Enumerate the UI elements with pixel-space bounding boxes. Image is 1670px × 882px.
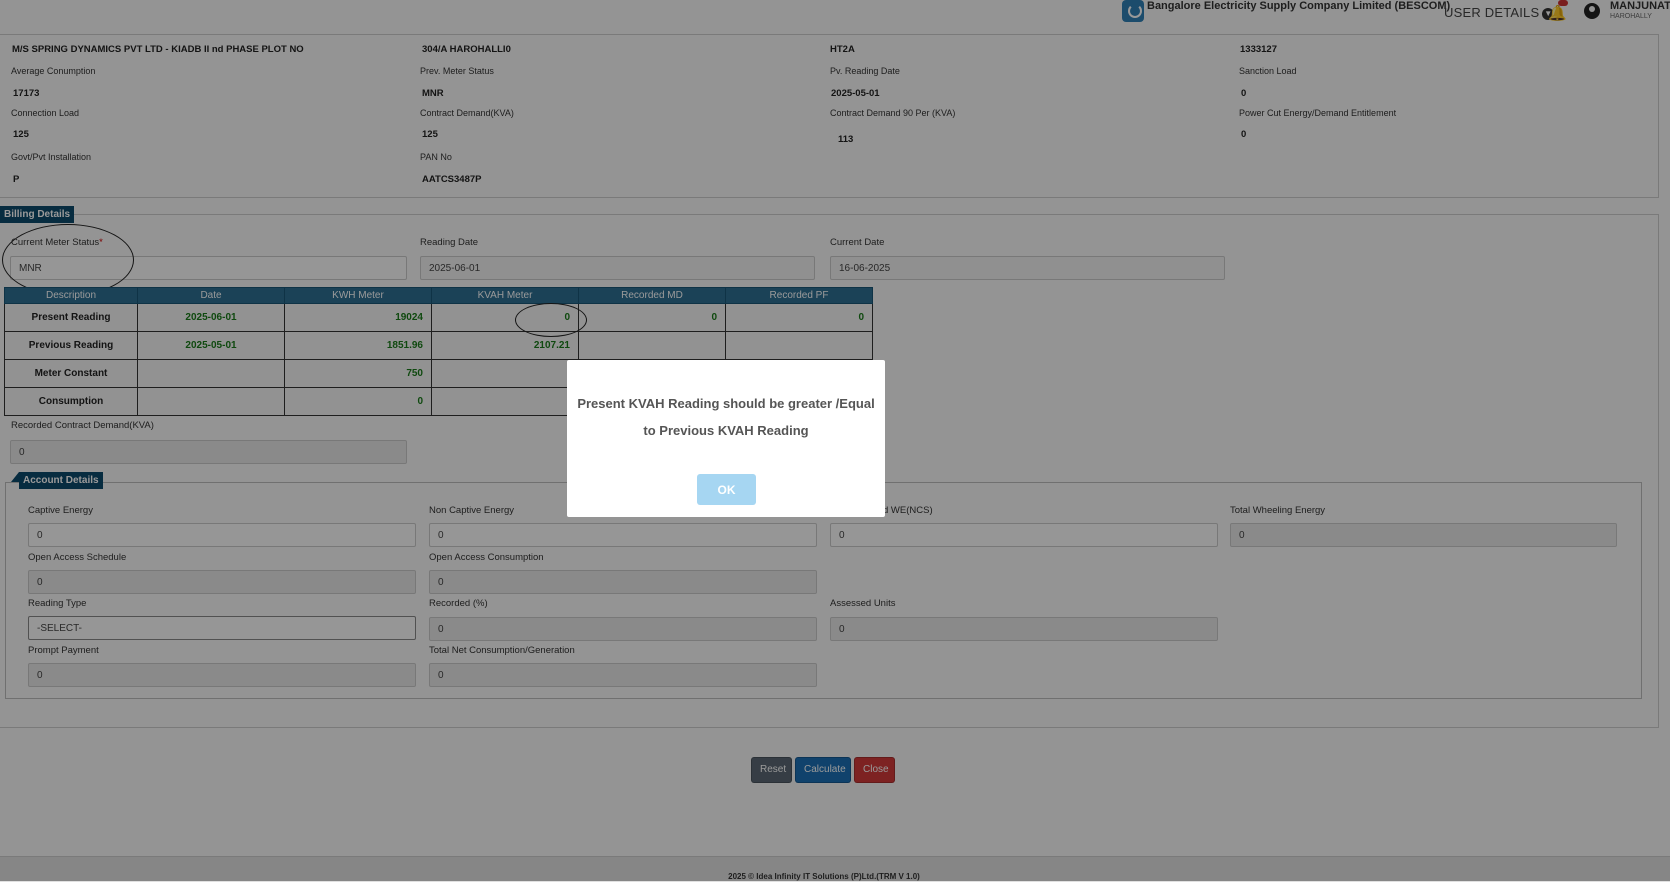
- alert-message: Present KVAH Reading should be greater /…: [577, 396, 875, 438]
- alert-dialog: Present KVAH Reading should be greater /…: [567, 360, 885, 517]
- ok-button[interactable]: OK: [697, 474, 756, 505]
- billing-page: Bangalore Electricity Supply Company Lim…: [0, 0, 1670, 882]
